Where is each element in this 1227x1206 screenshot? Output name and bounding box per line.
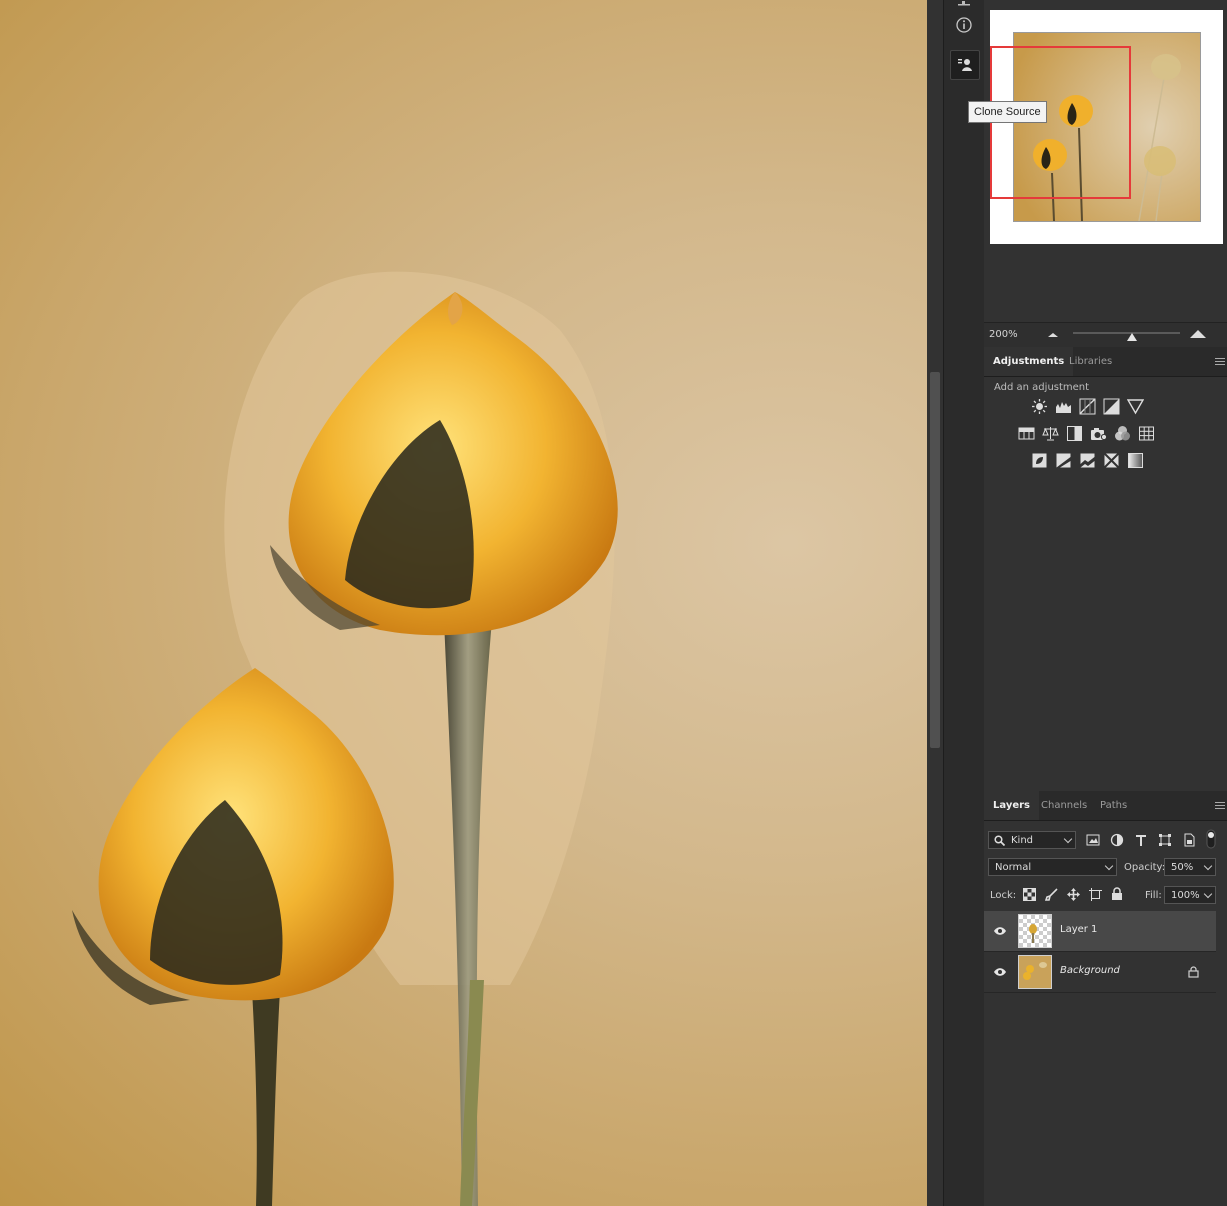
channel-mixer-icon[interactable] (1114, 425, 1131, 442)
zoom-slider-handle[interactable] (1127, 333, 1137, 341)
clone-source-icon[interactable] (950, 50, 980, 80)
layers-tabbar: Layers Channels Paths (984, 791, 1227, 821)
filter-kind-value: Kind (1011, 835, 1034, 846)
panel-menu-icon[interactable] (1215, 802, 1225, 811)
fill-label: Fill: (1145, 890, 1162, 901)
hue-saturation-icon[interactable] (1018, 425, 1035, 442)
fill-value: 100% (1171, 890, 1200, 901)
layers-panel: Layers Channels Paths Kind Normal Opacit… (984, 791, 1227, 1206)
visibility-eye-icon[interactable] (993, 967, 1007, 977)
opacity-value: 50% (1171, 862, 1194, 873)
posterize-icon[interactable] (1055, 452, 1072, 469)
opacity-input[interactable]: 50% (1164, 858, 1216, 876)
threshold-icon[interactable] (1079, 452, 1096, 469)
layer-row-background[interactable]: Background (984, 952, 1216, 993)
background-thumbnail (1018, 955, 1052, 989)
shape-layer-filter-icon[interactable] (1158, 833, 1172, 847)
panel-icon-strip (943, 0, 985, 1206)
layer-1-thumbnail (1018, 914, 1052, 948)
lock-position-icon[interactable] (1067, 888, 1080, 901)
color-lookup-icon[interactable] (1138, 425, 1155, 442)
right-panel-dock: 200% Adjustments Libraries Add an adjust… (984, 0, 1227, 1206)
gradient-map-icon[interactable] (1127, 452, 1144, 469)
opacity-label: Opacity: (1124, 862, 1166, 873)
document-canvas[interactable] (0, 0, 927, 1206)
clone-source-tooltip: Clone Source (968, 101, 1047, 123)
navigator-preview[interactable] (990, 10, 1223, 244)
info-icon[interactable] (950, 11, 978, 39)
layer-name[interactable]: Layer 1 (1060, 924, 1097, 935)
layer-locked-icon (1188, 966, 1199, 978)
lock-transparent-pixels-icon[interactable] (1023, 888, 1036, 901)
layer-row-layer-1[interactable]: Layer 1 (984, 911, 1216, 952)
tab-channels[interactable]: Channels (1032, 791, 1096, 820)
zoom-level[interactable]: 200% (989, 329, 1018, 340)
lock-image-pixels-icon[interactable] (1045, 888, 1058, 901)
search-icon (994, 835, 1005, 846)
photo-filter-icon[interactable] (1090, 425, 1107, 442)
tab-paths[interactable]: Paths (1091, 791, 1136, 820)
scrollbar-thumb[interactable] (930, 372, 940, 748)
panel-menu-icon[interactable] (1215, 358, 1225, 367)
blend-mode-dropdown[interactable]: Normal (988, 858, 1117, 876)
visibility-eye-icon[interactable] (993, 926, 1007, 936)
adjustments-tabbar: Adjustments Libraries (984, 347, 1227, 377)
brightness-contrast-icon[interactable] (1031, 398, 1048, 415)
exposure-icon[interactable] (1103, 398, 1120, 415)
vibrance-icon[interactable] (1127, 398, 1144, 415)
zoom-in-icon[interactable] (1189, 328, 1207, 339)
canvas-vertical-scrollbar[interactable] (927, 0, 943, 1206)
zoom-out-icon[interactable] (1047, 330, 1059, 338)
lock-all-icon[interactable] (1111, 887, 1123, 901)
adjustment-layer-filter-icon[interactable] (1110, 833, 1124, 847)
type-layer-filter-icon[interactable] (1134, 833, 1148, 847)
adjustments-panel: Adjustments Libraries Add an adjustment (984, 347, 1227, 790)
navigator-zoom-bar: 200% (984, 322, 1227, 348)
tab-layers[interactable]: Layers (984, 791, 1039, 820)
layer-name[interactable]: Background (1060, 965, 1120, 976)
flower-image (72, 271, 618, 1206)
black-white-icon[interactable] (1066, 425, 1083, 442)
navigator-panel: 200% (984, 0, 1227, 348)
color-balance-icon[interactable] (1042, 425, 1059, 442)
lock-label: Lock: (990, 890, 1017, 901)
invert-icon[interactable] (1031, 452, 1048, 469)
selective-color-icon[interactable] (1103, 452, 1120, 469)
filter-kind-dropdown[interactable]: Kind (988, 831, 1076, 849)
adjustments-hint: Add an adjustment (994, 382, 1090, 393)
blend-mode-value: Normal (995, 862, 1032, 873)
smart-object-filter-icon[interactable] (1182, 833, 1196, 847)
levels-icon[interactable] (1055, 398, 1072, 415)
filter-toggle-icon[interactable] (1206, 829, 1216, 849)
curves-icon[interactable] (1079, 398, 1096, 415)
pixel-layer-filter-icon[interactable] (1086, 833, 1100, 847)
lock-artboard-icon[interactable] (1089, 888, 1102, 901)
tab-libraries[interactable]: Libraries (1060, 347, 1121, 376)
fill-input[interactable]: 100% (1164, 886, 1216, 904)
